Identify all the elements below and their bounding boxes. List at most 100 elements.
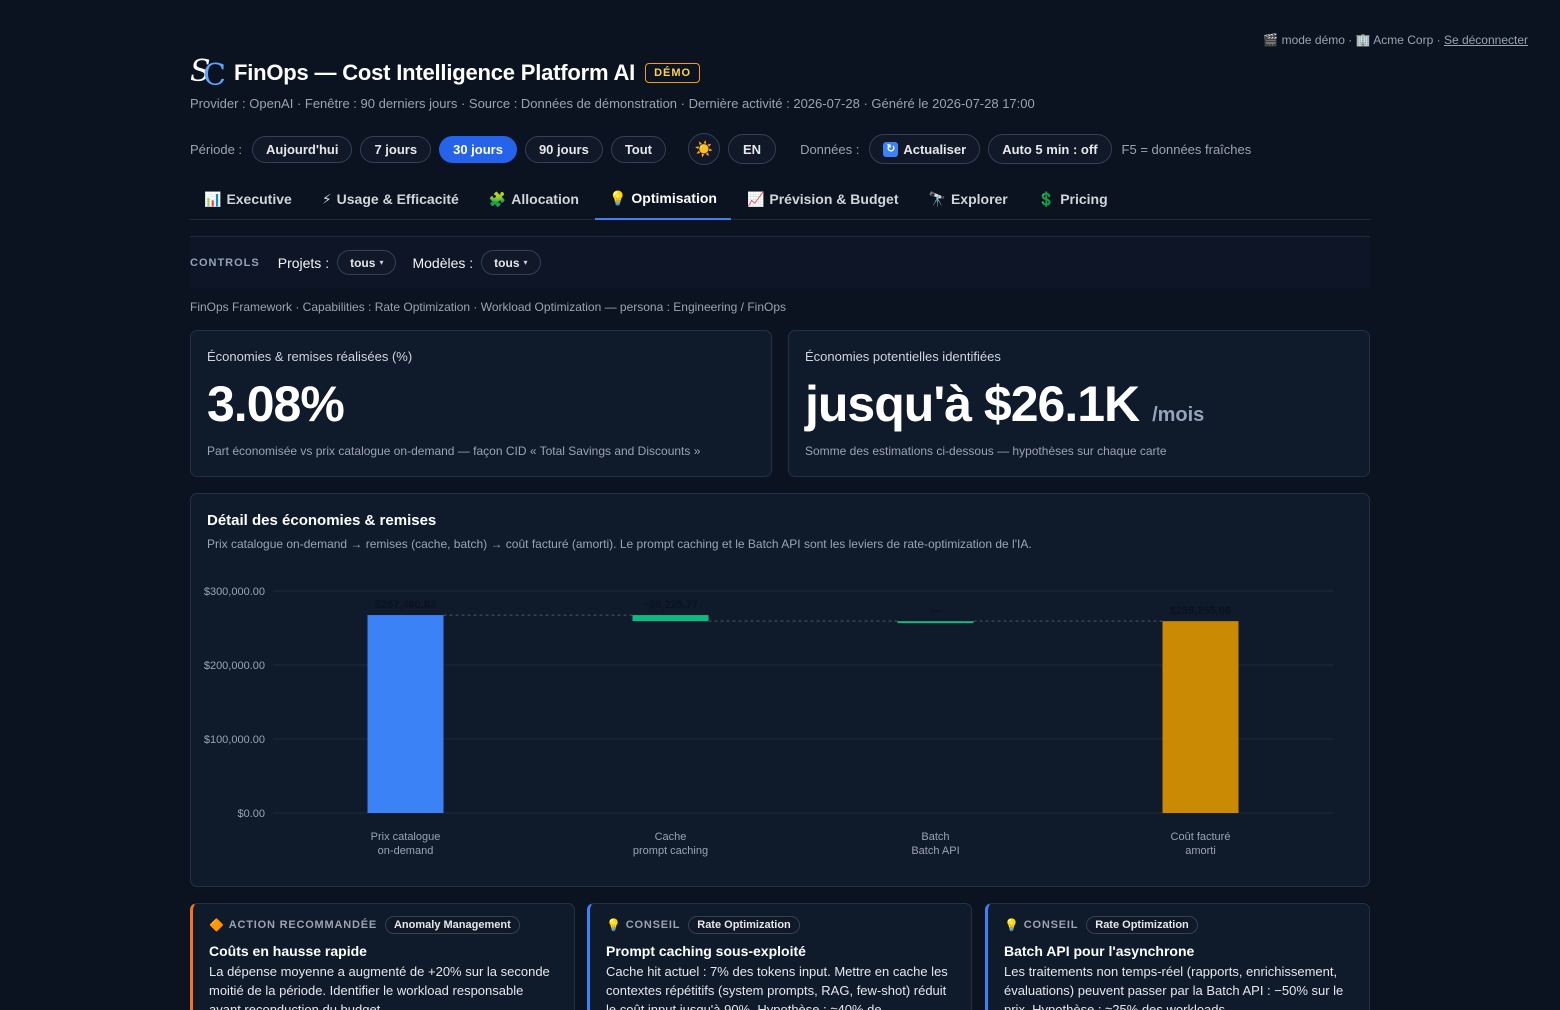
tab-pricing[interactable]: 💲 Pricing	[1024, 178, 1122, 220]
refresh-label: Actualiser	[903, 141, 967, 157]
y-tick-label: $300,000.00	[204, 586, 265, 598]
auto-refresh-toggle[interactable]: Auto 5 min : off	[988, 134, 1112, 164]
separator: ·	[1433, 33, 1444, 47]
filter-bar: CONTROLS Projets : tous ▾ Modèles : tous ▾	[190, 236, 1370, 288]
y-tick-label: $0.00	[237, 808, 265, 820]
page-title: FinOps — Cost Intelligence Platform AI	[234, 60, 636, 85]
tab-label: Prévision & Budget	[769, 191, 899, 207]
waterfall-bar	[367, 615, 444, 813]
tab-forecast[interactable]: 📈 Prévision & Budget	[733, 178, 913, 220]
reco-card-anomaly[interactable]: 🔶 ACTION RECOMMANDÉE Anomaly Management Co…	[190, 903, 575, 1010]
refresh-button[interactable]: ↻ Actualiser	[869, 134, 981, 164]
x-tick-label: Batch	[921, 831, 949, 843]
period-label: Période :	[190, 141, 243, 157]
x-tick-label: Prix catalogue	[371, 831, 441, 843]
dollar-icon: 💲	[1037, 190, 1056, 207]
x-tick-label: Coût facturé	[1171, 831, 1231, 843]
reco-kind: CONSEIL	[625, 919, 681, 931]
page-subtitle: Provider : OpenAI · Fenêtre : 90 dernier…	[190, 96, 1035, 111]
x-tick-label: amorti	[1185, 845, 1216, 857]
recommendations: 🔶 ACTION RECOMMANDÉE Anomaly Management Co…	[190, 903, 1370, 1010]
x-tick-label: Batch API	[911, 845, 959, 857]
period-today-button[interactable]: Aujourd'hui	[252, 135, 353, 163]
period-30d-button[interactable]: 30 jours	[439, 135, 517, 163]
period-90d-button[interactable]: 90 jours	[524, 135, 603, 163]
y-tick-label: $100,000.00	[204, 734, 265, 746]
toolbar: Période : Aujourd'hui 7 jours 30 jours 9…	[190, 133, 1251, 165]
models-value: tous	[494, 255, 520, 270]
waterfall-chart: $0.00 $100,000.00 $200,000.00 $300,000.00 $2…	[204, 586, 1333, 857]
tab-label: Usage & Efficacité	[336, 191, 459, 207]
tab-label: Executive	[226, 191, 292, 207]
kpi-value: 3.08%	[207, 376, 345, 432]
separator: ·	[1344, 33, 1356, 47]
kpi-note: Somme des estimations ci-dessous — hypot…	[805, 444, 1167, 458]
reco-card-batch-api[interactable]: 💡 CONSEIL Rate Optimization Batch API pour…	[985, 903, 1370, 1010]
waterfall-bar	[897, 621, 974, 624]
projects-label: Projets :	[277, 254, 330, 271]
reco-title: Prompt caching sous-exploité	[606, 943, 806, 959]
kpi-realized-savings: Économies & remises réalisées (%) 3.08% …	[190, 330, 772, 477]
refresh-icon: ↻	[883, 141, 899, 157]
reco-header: 🔶 ACTION RECOMMANDÉE Anomaly Management	[209, 916, 558, 934]
reco-header: 💡 CONSEIL Rate Optimization	[1004, 916, 1353, 934]
x-tick-label: on-demand	[378, 845, 434, 857]
telescope-icon: 🔭	[928, 190, 946, 207]
data-label: $259,255.06	[1170, 605, 1231, 617]
tab-label: Pricing	[1060, 191, 1108, 207]
kpi-potential-savings: Économies potentielles identifiées jusqu…	[788, 330, 1370, 477]
theme-toggle-sun-icon[interactable]: ☀️	[688, 133, 720, 165]
lightbulb-icon: 💡	[606, 918, 622, 932]
demo-badge: DÉMO	[645, 63, 701, 83]
tab-optimisation[interactable]: 💡 Optimisation	[594, 178, 731, 220]
tab-label: Optimisation	[631, 190, 717, 206]
data-label: −$8,225.77	[643, 599, 698, 611]
tab-explorer[interactable]: 🔭 Explorer	[915, 178, 1022, 220]
models-label: Modèles :	[412, 254, 474, 271]
puzzle-icon: 🧩	[488, 190, 507, 207]
x-tick-label: Cache	[655, 831, 687, 843]
period-7d-button[interactable]: 7 jours	[360, 135, 432, 163]
page-header: S C FinOps — Cost Intelligence Platform …	[190, 54, 701, 93]
chevron-down-icon: ▾	[379, 258, 384, 267]
language-toggle-button[interactable]: EN	[728, 134, 777, 164]
tab-executive[interactable]: 📊 Executive	[190, 178, 306, 220]
tab-bar: 📊 Executive ⚡ Usage & Efficacité 🧩 Allocati…	[190, 178, 1370, 220]
demo-mode-label: 🎬 mode démo	[1263, 33, 1345, 47]
kpi-unit: /mois	[1152, 404, 1205, 426]
session-bar: 🎬 mode démo · 🏢 Acme Corp · Se déconnect…	[1263, 33, 1528, 47]
tab-allocation[interactable]: 🧩 Allocation	[475, 178, 593, 220]
kpi-label: Économies & remises réalisées (%)	[207, 349, 413, 364]
trend-chart-icon: 📈	[746, 190, 765, 207]
tab-label: Allocation	[511, 191, 579, 207]
projects-select[interactable]: tous ▾	[337, 250, 397, 275]
waterfall-bar	[632, 615, 709, 622]
reco-body: La dépense moyenne a augmenté de +20% su…	[209, 964, 550, 1010]
savings-waterfall-card: Détail des économies & remises Prix cata…	[190, 493, 1370, 887]
kpi-label: Économies potentielles identifiées	[805, 349, 1001, 364]
data-label: Données :	[800, 141, 860, 157]
data-label: $267,480.83	[375, 599, 436, 611]
tab-label: Explorer	[950, 191, 1008, 207]
reco-title: Batch API pour l'asynchrone	[1004, 943, 1195, 959]
controls-label: CONTROLS	[190, 256, 260, 269]
chevron-down-icon: ▾	[523, 258, 528, 267]
tab-usage[interactable]: ⚡ Usage & Efficacité	[308, 178, 473, 220]
period-all-button[interactable]: Tout	[610, 135, 666, 163]
warning-diamond-icon: 🔶	[209, 918, 225, 932]
reco-title: Coûts en hausse rapide	[209, 943, 367, 959]
reco-badge: Rate Optimization	[1086, 916, 1198, 934]
reco-badge: Rate Optimization	[688, 916, 800, 934]
chart-icon: 📊	[204, 190, 222, 207]
lightbulb-icon: 💡	[608, 189, 627, 206]
y-tick-label: $200,000.00	[204, 660, 265, 672]
waterfall-bar	[1162, 621, 1239, 813]
logout-link[interactable]: Se déconnecter	[1444, 33, 1528, 47]
reco-card-prompt-caching[interactable]: 💡 CONSEIL Rate Optimization Prompt caching…	[587, 903, 972, 1010]
app-logo: S C	[190, 54, 226, 93]
models-select[interactable]: tous ▾	[481, 250, 541, 275]
reco-kind: CONSEIL	[1023, 919, 1079, 931]
lightbulb-icon: 💡	[1004, 918, 1020, 932]
lightning-icon: ⚡	[321, 190, 332, 207]
org-label: 🏢 Acme Corp	[1355, 33, 1434, 47]
